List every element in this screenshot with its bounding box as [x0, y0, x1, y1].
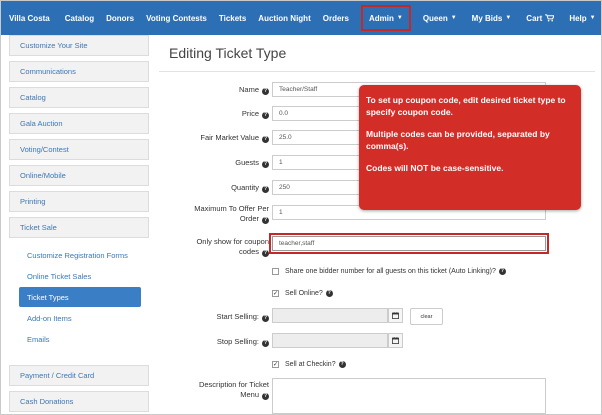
- start-selling-label: Start Selling:?: [216, 312, 269, 322]
- nav-my-bids-dropdown[interactable]: My Bids ▼: [466, 1, 521, 35]
- clear-dates-button[interactable]: clear: [410, 308, 443, 325]
- sidebar-item-online-mobile[interactable]: Online/Mobile: [9, 165, 149, 186]
- question-circle-icon[interactable]: ?: [498, 268, 506, 275]
- question-circle-icon[interactable]: ?: [262, 315, 269, 322]
- sell-at-checkin-label: Sell at Checkin?: [285, 361, 336, 368]
- top-navbar: Villa Costa Catalog Donors Voting Contes…: [1, 1, 601, 35]
- admin-sidebar: Customize Your Site Communications Catal…: [9, 35, 149, 412]
- question-circle-icon[interactable]: ?: [325, 290, 333, 297]
- callout-line-1: To set up coupon code, edit desired tick…: [366, 95, 566, 117]
- calendar-icon: [392, 337, 399, 344]
- sidebar-item-cash-donations[interactable]: Cash Donations: [9, 391, 149, 412]
- question-circle-icon[interactable]: ?: [262, 217, 269, 224]
- calendar-icon: [392, 312, 399, 319]
- start-selling-input[interactable]: [272, 308, 388, 323]
- nav-voting-contests[interactable]: Voting Contests: [140, 1, 213, 35]
- nav-cart[interactable]: Cart: [520, 1, 563, 35]
- sell-at-checkin-checkbox[interactable]: ✓: [272, 361, 279, 368]
- nav-admin-label: Admin: [368, 13, 394, 23]
- nav-help-dropdown[interactable]: Help ▼: [563, 1, 601, 35]
- nav-help-label: Help: [569, 13, 587, 23]
- description-label: Description for Ticket Menu?: [198, 380, 269, 400]
- share-bidder-checkbox-row[interactable]: Share one bidder number for all guests o…: [272, 268, 506, 275]
- guests-label: Guests?: [235, 158, 269, 168]
- page-title: Editing Ticket Type: [169, 45, 287, 61]
- nav-auction-night[interactable]: Auction Night: [252, 1, 316, 35]
- cart-icon: [545, 14, 555, 22]
- brand-link[interactable]: Villa Costa: [1, 1, 59, 35]
- max-per-order-label: Maximum To Offer Per Order?: [194, 204, 269, 224]
- sidebar-item-customize-site[interactable]: Customize Your Site: [9, 35, 149, 56]
- description-textarea[interactable]: [272, 378, 546, 414]
- nav-user-dropdown[interactable]: Queen ▼: [417, 1, 466, 35]
- name-label: Name?: [238, 85, 269, 95]
- caret-down-icon: ▼: [505, 15, 512, 21]
- nav-tickets[interactable]: Tickets: [213, 1, 252, 35]
- sell-online-label: Sell Online?: [285, 290, 323, 297]
- caret-down-icon: ▼: [396, 15, 403, 21]
- sidebar-item-gala-auction[interactable]: Gala Auction: [9, 113, 149, 134]
- stop-selling-label: Stop Selling:?: [216, 337, 269, 347]
- instruction-callout: To set up coupon code, edit desired tick…: [359, 85, 581, 210]
- nav-my-bids-label: My Bids: [471, 13, 503, 23]
- nav-catalog[interactable]: Catalog: [59, 1, 100, 35]
- sidebar-item-voting-contest[interactable]: Voting/Contest: [9, 139, 149, 160]
- question-circle-icon[interactable]: ?: [262, 186, 269, 193]
- sell-online-checkbox[interactable]: ✓: [272, 290, 279, 297]
- sidebar-subitem-customize-registration-forms[interactable]: Customize Registration Forms: [9, 245, 149, 265]
- sidebar-subitem-add-on-items[interactable]: Add-on Items: [9, 308, 149, 328]
- stop-selling-input[interactable]: [272, 333, 388, 348]
- sidebar-item-communications[interactable]: Communications: [9, 61, 149, 82]
- question-circle-icon[interactable]: ?: [262, 340, 269, 347]
- question-circle-icon[interactable]: ?: [262, 88, 269, 95]
- quantity-label: Quantity?: [231, 183, 269, 193]
- sidebar-subitem-emails[interactable]: Emails: [9, 329, 149, 349]
- question-circle-icon[interactable]: ?: [262, 250, 269, 257]
- nav-user-label: Queen: [422, 13, 448, 23]
- price-label: Price?: [241, 109, 269, 119]
- nav-donors[interactable]: Donors: [100, 1, 140, 35]
- sidebar-item-catalog[interactable]: Catalog: [9, 87, 149, 108]
- sell-at-checkin-checkbox-row[interactable]: ✓ Sell at Checkin? ?: [272, 361, 346, 368]
- sidebar-item-printing[interactable]: Printing: [9, 191, 149, 212]
- caret-down-icon: ▼: [450, 15, 457, 21]
- nav-admin-dropdown[interactable]: Admin ▼: [357, 1, 415, 35]
- sidebar-subitem-ticket-types[interactable]: Ticket Types: [19, 287, 141, 307]
- sidebar-item-payment-credit-card[interactable]: Payment / Credit Card: [9, 365, 149, 386]
- share-bidder-label: Share one bidder number for all guests o…: [285, 268, 496, 275]
- question-circle-icon[interactable]: ?: [338, 361, 346, 368]
- start-selling-calendar-button[interactable]: [388, 308, 403, 323]
- question-circle-icon[interactable]: ?: [262, 393, 269, 400]
- title-divider: [159, 71, 595, 72]
- nav-right-group: Queen ▼ My Bids ▼ Cart Help ▼: [417, 1, 601, 35]
- question-circle-icon[interactable]: ?: [262, 112, 269, 119]
- coupon-codes-label: Only show for coupon codes?: [196, 237, 269, 257]
- question-circle-icon[interactable]: ?: [262, 136, 269, 143]
- sell-online-checkbox-row[interactable]: ✓ Sell Online? ?: [272, 290, 333, 297]
- callout-line-3: Codes will NOT be case-sensitive.: [366, 163, 504, 173]
- share-bidder-checkbox[interactable]: [272, 268, 279, 275]
- sidebar-subitem-online-ticket-sales[interactable]: Online Ticket Sales: [9, 266, 149, 286]
- coupon-codes-input[interactable]: teacher,staff: [269, 233, 549, 254]
- caret-down-icon: ▼: [589, 15, 596, 21]
- sidebar-item-ticket-sale[interactable]: Ticket Sale: [9, 217, 149, 238]
- question-circle-icon[interactable]: ?: [262, 161, 269, 168]
- callout-line-2: Multiple codes can be provided, separate…: [366, 129, 550, 151]
- stop-selling-calendar-button[interactable]: [388, 333, 403, 348]
- nav-orders[interactable]: Orders: [317, 1, 355, 35]
- app-window: Villa Costa Catalog Donors Voting Contes…: [0, 0, 602, 415]
- nav-cart-label: Cart: [526, 13, 543, 23]
- fair-market-value-label: Fair Market Value?: [200, 133, 269, 143]
